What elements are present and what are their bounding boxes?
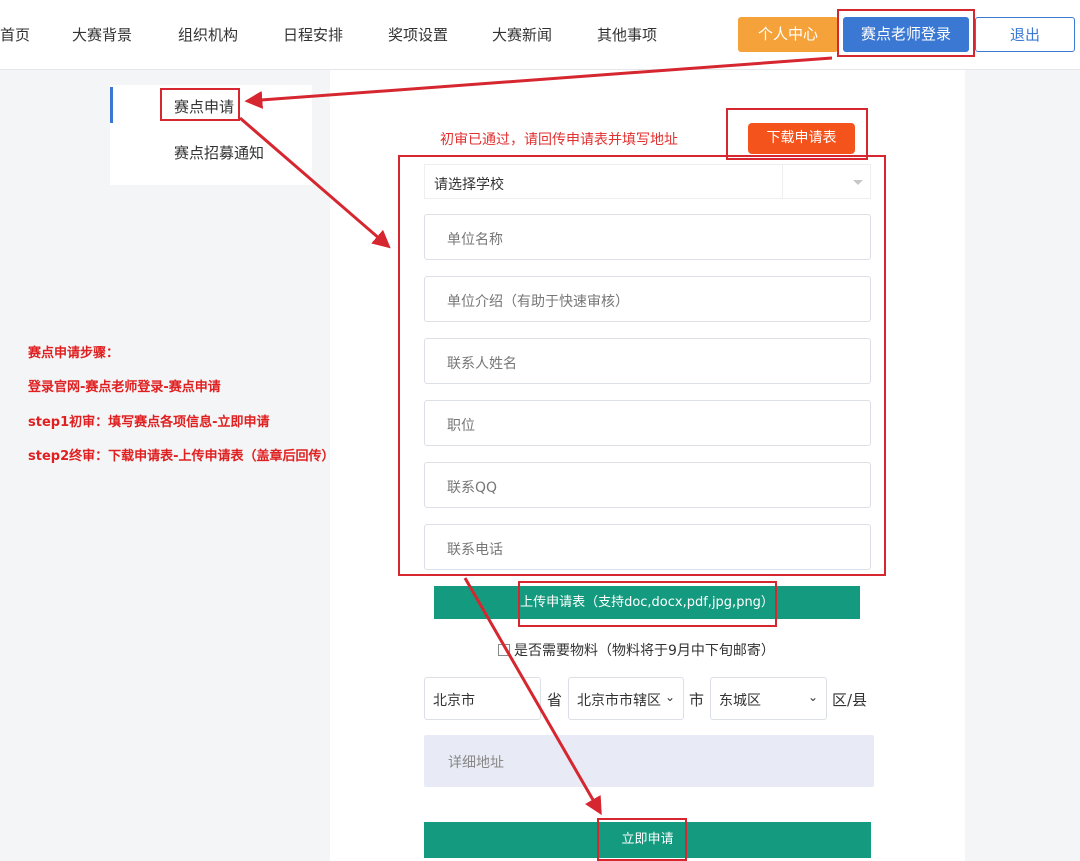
nav-awards[interactable]: 奖项设置 [388, 24, 448, 45]
district-unit-label: 区/县 [832, 691, 868, 709]
steps-line-3: step2终审：下载申请表-上传申请表（盖章后回传） [28, 449, 335, 464]
city-select-value: 北京市市辖区 [577, 693, 661, 709]
annotation-box-submit [597, 818, 687, 861]
nav-organization[interactable]: 组织机构 [178, 24, 238, 45]
annotation-box-login [837, 9, 975, 57]
nav-schedule[interactable]: 日程安排 [283, 24, 343, 45]
sidebar-active-indicator [110, 87, 113, 123]
nav-background[interactable]: 大赛背景 [72, 24, 132, 45]
province-unit-label: 省 [547, 691, 563, 709]
detail-address-input[interactable]: 详细地址 [424, 735, 874, 787]
annotation-box-form [398, 155, 886, 576]
steps-title: 赛点申请步骤： [28, 346, 120, 361]
materials-checkbox-label: 是否需要物料（物料将于9月中下旬邮寄） [514, 643, 775, 659]
chevron-down-icon: ⌄ [807, 690, 818, 704]
chevron-down-icon: ⌄ [664, 690, 675, 704]
steps-line-1: 登录官网-赛点老师登录-赛点申请 [28, 380, 221, 395]
personal-center-button[interactable]: 个人中心 [738, 17, 838, 52]
review-notice: 初审已通过，请回传申请表并填写地址 [440, 132, 678, 148]
province-select-value: 北京市 [433, 693, 475, 709]
sidebar-item-recruit-notice[interactable]: 赛点招募通知 [174, 142, 264, 163]
steps-line-2: step1初审：填写赛点各项信息-立即申请 [28, 415, 270, 430]
district-select[interactable]: 东城区 ⌄ [710, 677, 827, 720]
materials-checkbox[interactable] [498, 644, 510, 656]
annotation-box-upload [518, 581, 777, 627]
annotation-box-application [160, 88, 240, 121]
city-select[interactable]: 北京市市辖区 ⌄ [568, 677, 684, 720]
nav-others[interactable]: 其他事项 [597, 24, 657, 45]
annotation-box-download [726, 108, 868, 160]
district-select-value: 东城区 [719, 693, 761, 709]
province-select[interactable]: 北京市 [424, 677, 541, 720]
city-unit-label: 市 [689, 691, 705, 709]
logout-button[interactable]: 退出 [975, 17, 1075, 52]
nav-home[interactable]: 首页 [0, 24, 30, 45]
materials-checkbox-row[interactable]: 是否需要物料（物料将于9月中下旬邮寄） [498, 640, 775, 660]
nav-news[interactable]: 大赛新闻 [492, 24, 552, 45]
detail-address-placeholder: 详细地址 [448, 755, 504, 771]
